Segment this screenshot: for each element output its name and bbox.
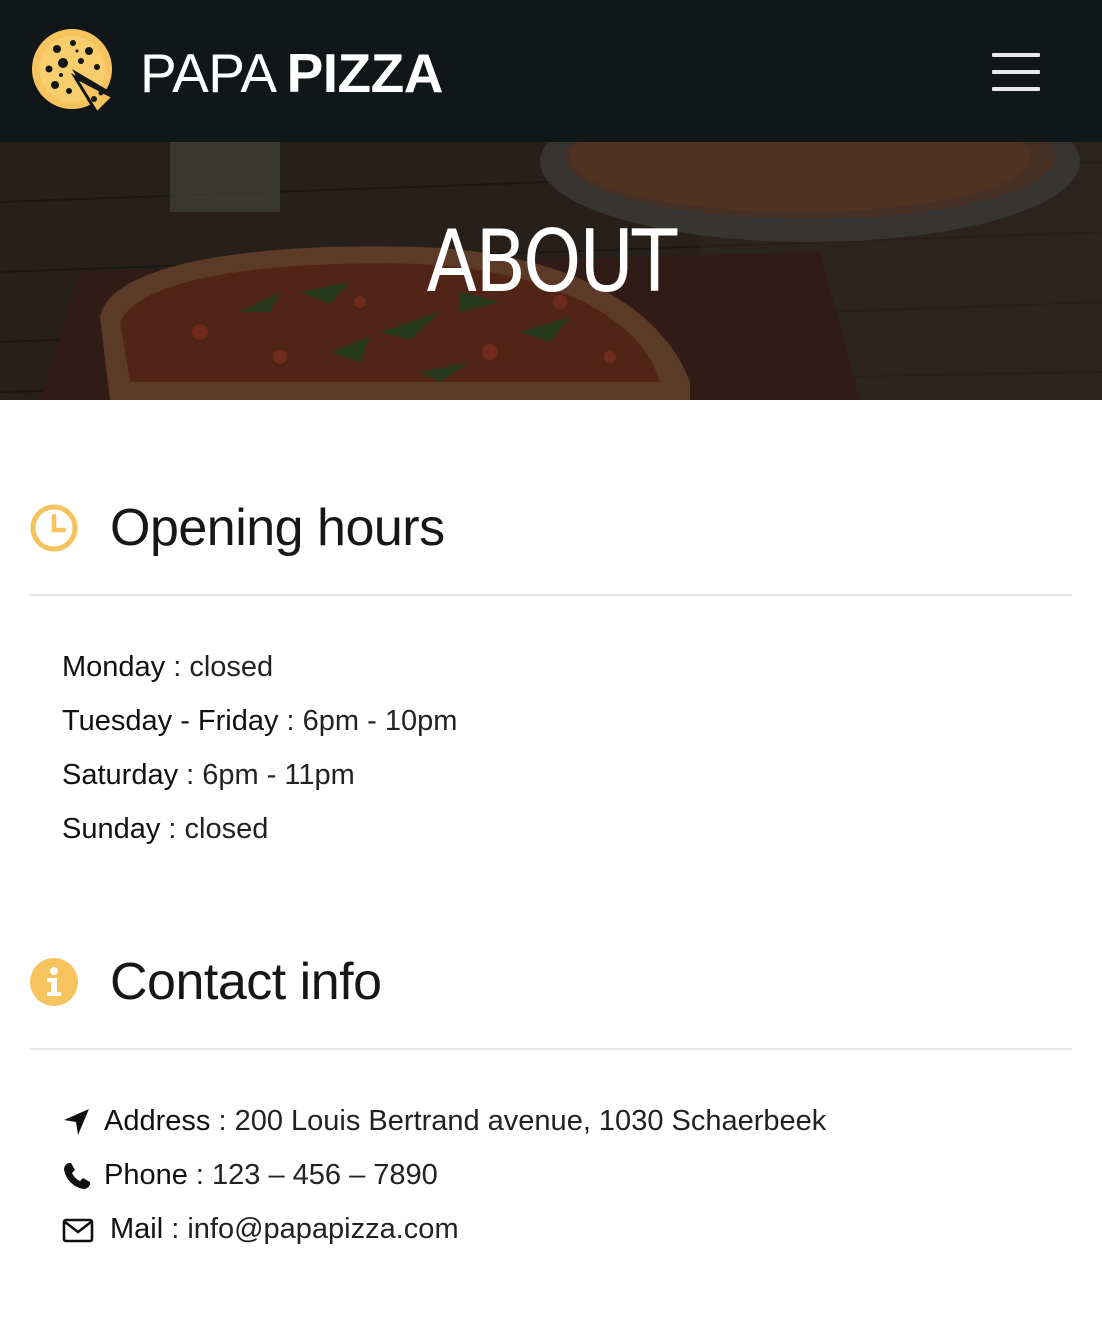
contact-separator: :: [210, 1105, 235, 1137]
section-divider: [30, 1048, 1072, 1050]
hero-banner: ABOUT: [0, 142, 1102, 400]
brand-name-bold: PIZZA: [286, 42, 444, 104]
phone-icon: [64, 1163, 90, 1189]
contact-info-header: Contact info: [30, 952, 1072, 1052]
hours-separator: :: [160, 813, 185, 845]
hours-value: 6pm - 10pm: [302, 705, 458, 737]
brand-name-light: PAPA: [140, 42, 277, 104]
hamburger-line: [992, 70, 1040, 74]
phone-value[interactable]: 123 – 456 – 7890: [212, 1159, 438, 1191]
hamburger-line: [992, 87, 1040, 91]
brand-name[interactable]: PAPA PIZZA: [140, 38, 443, 108]
section-divider: [30, 594, 1072, 596]
hours-row-monday: Monday : closed: [62, 644, 457, 698]
hours-day: Sunday: [62, 813, 161, 845]
hours-value: closed: [184, 813, 269, 845]
info-icon: [30, 958, 78, 1006]
hours-separator: :: [278, 705, 303, 737]
opening-hours-header: Opening hours: [30, 498, 1072, 598]
hours-separator: :: [165, 651, 190, 683]
hours-row-saturday: Saturday : 6pm - 11pm: [62, 752, 457, 806]
hours-day: Saturday: [62, 759, 179, 791]
opening-hours-title: Opening hours: [110, 499, 445, 557]
hours-value: 6pm - 11pm: [202, 759, 355, 791]
mail-value[interactable]: info@papapizza.com: [187, 1213, 458, 1245]
phone-label: Phone: [104, 1159, 188, 1191]
hamburger-menu-button[interactable]: [982, 44, 1050, 100]
hamburger-line: [992, 53, 1040, 57]
contact-info-title: Contact info: [110, 953, 382, 1011]
mail-label: Mail: [110, 1213, 164, 1245]
hours-value: closed: [189, 651, 274, 683]
contact-separator: :: [187, 1159, 213, 1191]
contact-separator: :: [163, 1213, 188, 1245]
navbar: PAPA PIZZA: [0, 0, 1102, 142]
envelope-icon: [62, 1218, 94, 1243]
hours-day: Monday: [62, 651, 166, 683]
clock-icon: [30, 504, 78, 552]
hours-row-tuesday-friday: Tuesday - Friday : 6pm - 10pm: [62, 698, 457, 752]
hours-separator: :: [178, 759, 203, 791]
address-label: Address: [104, 1105, 211, 1137]
hours-row-sunday: Sunday : closed: [62, 806, 457, 860]
location-arrow-icon: [64, 1109, 89, 1135]
address-value: 200 Louis Bertrand avenue, 1030 Schaerbe…: [234, 1105, 827, 1137]
page-title: ABOUT: [426, 212, 678, 312]
hours-day: Tuesday - Friday: [62, 705, 279, 737]
pizza-logo-icon[interactable]: [31, 27, 115, 115]
opening-hours-list: Monday : closed Tuesday - Friday : 6pm -…: [62, 644, 457, 860]
